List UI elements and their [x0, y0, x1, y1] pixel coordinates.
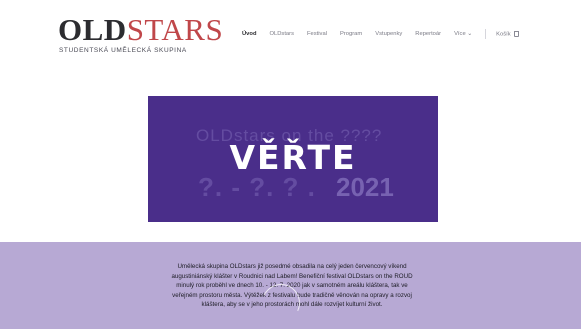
intro-section: Umělecká skupina OLDstars již posedmé ob… — [0, 242, 581, 329]
nav-item-festival[interactable]: Festival — [307, 31, 327, 37]
logo-text-old: OLD — [58, 12, 127, 47]
hero-title: VĚŘTE — [229, 138, 357, 177]
site-header: OLDSTARS STUDENTSKÁ UMĚLECKÁ SKUPINA Úvo… — [0, 0, 581, 72]
nav-item-uvod[interactable]: Úvod — [242, 31, 257, 37]
nav-item-repertoar[interactable]: Repertoár — [415, 31, 441, 37]
intro-line-2: augustiniánský klášter v Roudnici nad La… — [171, 272, 413, 280]
cart-label: Košík — [496, 31, 511, 38]
intro-line-1: Umělecká skupina OLDstars již posedmé ob… — [177, 263, 407, 270]
site-logo[interactable]: OLDSTARS — [58, 14, 223, 45]
nav-item-oldstars[interactable]: OLDstars — [270, 31, 294, 37]
nav-divider — [485, 29, 487, 39]
hero-banner: OLDstars on the ???? ?. - ?. ? . 2021 VĚ… — [148, 96, 438, 222]
nav-item-vstupenky[interactable]: Vstupenky — [375, 31, 402, 37]
hero-section: OLDstars on the ???? ?. - ?. ? . 2021 VĚ… — [0, 72, 581, 242]
logo-text-stars: STARS — [126, 12, 224, 47]
nav-item-vice[interactable]: Více ⌄ — [454, 31, 472, 37]
nav-item-program[interactable]: Program — [340, 31, 362, 37]
logo-subtitle: STUDENTSKÁ UMĚLECKÁ SKUPINA — [59, 47, 187, 54]
main-nav: Úvod OLDstars Festival Program Vstupenky… — [242, 29, 532, 39]
cart-icon — [513, 30, 519, 37]
cart-link[interactable]: Košík — [496, 30, 519, 38]
